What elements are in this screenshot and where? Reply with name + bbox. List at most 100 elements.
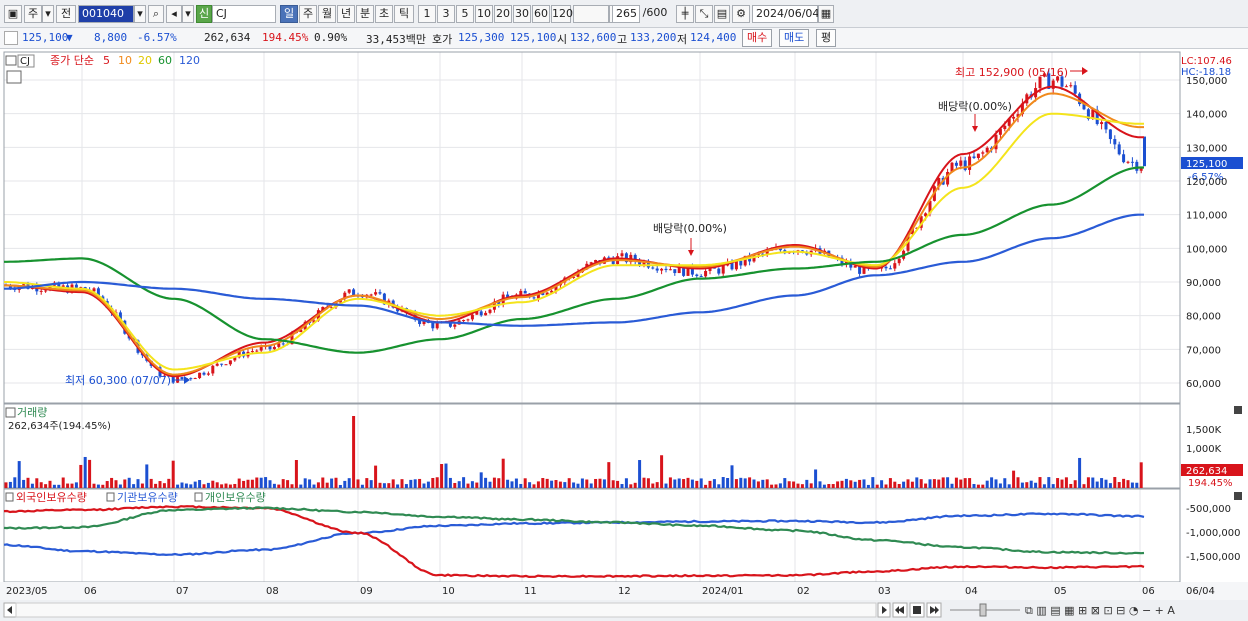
volume-bar — [404, 484, 408, 488]
minute-60-button[interactable]: 60 — [532, 5, 550, 23]
holdings-menu-icon[interactable] — [5, 492, 14, 502]
volume-bar — [312, 484, 316, 488]
scroll-track[interactable] — [15, 602, 877, 618]
volume-bar — [554, 480, 558, 488]
speaker-dropdown-icon[interactable]: ▾ — [182, 5, 194, 23]
count-input[interactable]: 265 — [612, 5, 640, 23]
volume-bar — [290, 484, 294, 488]
period-minute-tab[interactable]: 분 — [356, 5, 374, 23]
volume-bar — [378, 482, 382, 488]
volume-bar — [145, 464, 149, 488]
volume-bar — [1078, 457, 1082, 488]
volume-bar — [176, 484, 180, 488]
volume-bar — [985, 480, 989, 488]
period-tick-tab[interactable]: 틱 — [394, 5, 414, 23]
minute-3-button[interactable]: 3 — [437, 5, 455, 23]
candle-body — [189, 378, 193, 380]
holdings-panel-close-icon[interactable] — [1234, 492, 1242, 500]
panel-menu-icon[interactable] — [5, 55, 17, 66]
code-input[interactable]: 001040 — [78, 5, 134, 23]
zoom-slider-thumb[interactable] — [979, 603, 987, 617]
prev-button[interactable]: 전 — [56, 5, 76, 23]
volume-bar — [448, 477, 452, 488]
gear-icon[interactable]: ⚙ — [732, 5, 750, 23]
quote-bar: 125,100 ▼ 8,800 -6.57% 262,634 194.45% 0… — [0, 28, 1248, 49]
volume-bar — [475, 482, 479, 488]
volume-bar — [114, 480, 118, 488]
volume-bar — [968, 478, 972, 488]
interval-input[interactable] — [573, 5, 609, 23]
price-tick-label: 70,000 — [1186, 345, 1221, 356]
code-dropdown-icon[interactable]: ▾ — [134, 5, 146, 23]
period-year-tab[interactable]: 년 — [337, 5, 355, 23]
price-tick-label: 80,000 — [1186, 312, 1221, 323]
candle-body — [721, 265, 725, 274]
candle-body — [44, 290, 48, 292]
candle-icon[interactable]: ╪ — [676, 5, 694, 23]
minute-5-button[interactable]: 5 — [456, 5, 474, 23]
buy-button[interactable]: 매수 — [742, 29, 773, 47]
volume-panel-menu-icon[interactable] — [5, 407, 16, 418]
date-input[interactable]: 2024/06/04 — [752, 5, 819, 23]
volume-bar — [932, 479, 936, 488]
volume-bar — [189, 484, 193, 488]
quote-checkbox[interactable] — [4, 31, 18, 45]
calendar-icon[interactable]: ▦ — [818, 5, 834, 23]
speaker-icon[interactable]: ◂ — [166, 5, 182, 23]
volume-bar — [70, 483, 74, 488]
layout-icons[interactable]: ⧉ ▥ ▤ ▦ ⊞ ⊠ ⊡ ⊟ ◔ − + A — [1025, 604, 1175, 617]
volume-bar — [800, 484, 804, 488]
minute-30-button[interactable]: 30 — [513, 5, 531, 23]
window-menu-icon[interactable]: ▣ — [4, 5, 22, 23]
candle-body — [695, 274, 699, 277]
period-month-tab[interactable]: 월 — [318, 5, 336, 23]
minute-10-button[interactable]: 10 — [475, 5, 493, 23]
volume-bar — [92, 483, 96, 488]
volume-bar — [1047, 477, 1051, 488]
volume-bar — [1069, 483, 1073, 488]
time-tick-label: 12 — [618, 586, 631, 597]
price-tick-label: 120,000 — [1186, 177, 1227, 188]
minute-1-button[interactable]: 1 — [418, 5, 436, 23]
down-arrow-icon: ▼ — [66, 31, 73, 44]
ma10-legend: 10 — [118, 54, 132, 67]
candle-body — [462, 320, 466, 322]
volume-bar — [840, 480, 844, 488]
period-week-tab[interactable]: 주 — [299, 5, 317, 23]
period-second-tab[interactable]: 초 — [375, 5, 393, 23]
volume-panel-close-icon[interactable] — [1234, 406, 1242, 414]
volume-bar — [677, 478, 681, 488]
volume-bar — [594, 478, 598, 488]
sell-button[interactable]: 매도 — [779, 29, 810, 47]
volume-bar — [492, 477, 496, 488]
volume-bar — [919, 479, 923, 488]
volume-bar — [74, 482, 78, 488]
candle-body — [198, 372, 202, 379]
period-day-tab[interactable]: 일 — [280, 5, 298, 23]
volume-bar — [286, 480, 290, 488]
volume-bar — [902, 481, 906, 488]
volume-bar — [1051, 484, 1055, 488]
eval-button[interactable]: 평 — [816, 29, 837, 47]
volume-bar — [206, 482, 210, 488]
price-chart[interactable]: CJ 종가 단순 5 10 20 60 120 LC:107.46 HC:-18… — [0, 50, 1248, 621]
volume-bar — [132, 484, 136, 488]
volume-bar — [264, 477, 268, 488]
save-icon[interactable]: ▤ — [714, 5, 730, 23]
search-icon[interactable]: ⌕ — [148, 5, 164, 23]
volume-bar — [110, 477, 114, 488]
price-tick-label: 100,000 — [1186, 244, 1227, 255]
minute-20-button[interactable]: 20 — [494, 5, 512, 23]
market-dropdown-icon[interactable]: ▾ — [42, 5, 54, 23]
stock-name-field[interactable]: CJ — [212, 5, 276, 23]
volume-bar — [484, 477, 488, 488]
grid-toggle-icon[interactable] — [6, 70, 22, 84]
ma120-legend: 120 — [179, 54, 200, 67]
volume-bar — [22, 479, 26, 488]
ask-price: 125,300 — [458, 31, 505, 44]
zoom-icon[interactable]: ⤡ — [695, 5, 713, 23]
market-select[interactable]: 주 — [24, 5, 42, 23]
volume-bar — [651, 483, 655, 488]
minute-120-button[interactable]: 120 — [551, 5, 573, 23]
volume-bar — [352, 416, 356, 488]
